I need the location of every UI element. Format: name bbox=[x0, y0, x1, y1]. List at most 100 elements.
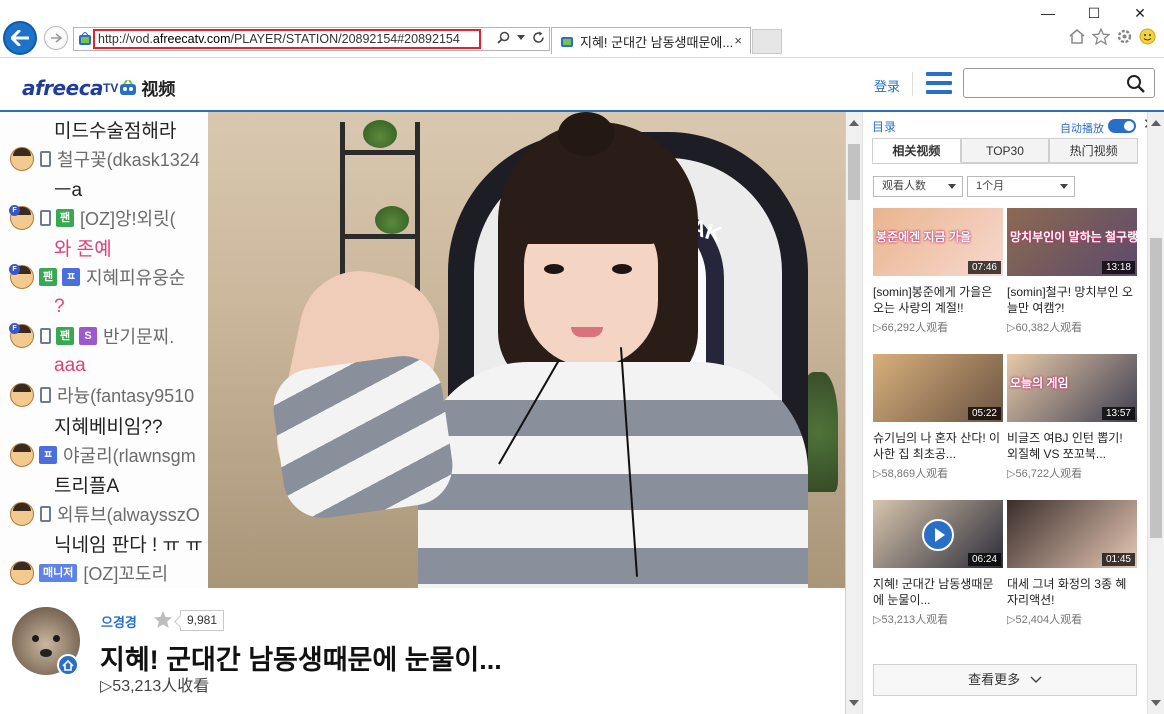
related-video-title[interactable]: 지혜! 군대간 남동생때문에 눈물이... bbox=[873, 576, 1003, 608]
dropdown-caret-icon[interactable] bbox=[517, 34, 525, 41]
arrow-right-icon bbox=[51, 33, 62, 43]
chat-nickname[interactable]: 지혜피유웅순 bbox=[86, 264, 185, 290]
search-icon[interactable] bbox=[1126, 74, 1146, 94]
video-thumbnail[interactable]: 05:22 bbox=[873, 354, 1003, 422]
tab-close-button[interactable]: × bbox=[734, 33, 742, 48]
favorites-star-icon[interactable] bbox=[1092, 28, 1110, 45]
chat-badge: 팬 bbox=[56, 208, 74, 227]
mobile-icon bbox=[40, 328, 51, 345]
chat-nickname[interactable]: 라늉(fantasy9510 bbox=[57, 382, 194, 408]
chat-nickname[interactable]: [OZ]꼬도리 bbox=[83, 560, 168, 586]
video-duration: 13:57 bbox=[1101, 407, 1135, 420]
close-window-button[interactable]: ✕ bbox=[1130, 5, 1150, 22]
browser-tab[interactable]: 지혜! 군대간 남동생때문에... × bbox=[551, 27, 751, 54]
chat-avatar-icon[interactable] bbox=[10, 383, 34, 408]
chat-nickname[interactable]: 야굴리(rlawnsgm bbox=[63, 442, 196, 468]
video-frame[interactable]: AK bbox=[208, 112, 845, 588]
login-link[interactable]: 登录 bbox=[874, 76, 900, 95]
hamburger-menu-icon[interactable] bbox=[926, 72, 952, 94]
related-video-card[interactable]: 05:22 슈기님의 나 혼자 산다! 이사한 집 최초공... ▷58,869人观… bbox=[873, 354, 1003, 481]
chat-badge: 매니저 bbox=[39, 564, 78, 582]
video-thumbnail[interactable]: 오늘의 게임 13:57 bbox=[1007, 354, 1137, 422]
chat-user-row: 매니저 [OZ]꼬도리 bbox=[0, 558, 208, 588]
panel-title: 目录 bbox=[872, 120, 897, 134]
back-button[interactable] bbox=[3, 21, 37, 55]
chat-message: 미드수술점해라 bbox=[0, 114, 208, 144]
search-icon[interactable] bbox=[497, 31, 510, 44]
video-thumbnail[interactable]: 봉준에겐 지금 가을 07:46 bbox=[873, 208, 1003, 276]
scroll-down-arrow-icon[interactable] bbox=[849, 700, 859, 706]
chat-avatar-icon[interactable] bbox=[10, 501, 34, 526]
period-select[interactable]: 1个月 bbox=[967, 176, 1075, 197]
video-thumbnail[interactable]: 01:45 bbox=[1007, 500, 1137, 568]
player-scrollbar[interactable] bbox=[846, 112, 863, 714]
chat-nickname[interactable]: 외튜브(alwaysszO bbox=[57, 501, 200, 527]
station-home-icon[interactable] bbox=[57, 654, 79, 676]
video-thumbnail[interactable]: 06:24 bbox=[873, 500, 1003, 568]
chat-nickname[interactable]: 반기문찌. bbox=[103, 323, 174, 349]
chat-user-row: ㅍ 야굴리(rlawnsgm bbox=[0, 440, 208, 470]
video-duration: 07:46 bbox=[967, 261, 1001, 274]
streamer-bangs bbox=[514, 182, 664, 244]
related-video-title[interactable]: [somin]봉준에게 가을은 오는 사랑의 계절!! bbox=[873, 284, 1003, 316]
thumbnail-caption: 망치부인이 말하는 철구랭 bbox=[1010, 230, 1137, 244]
fan-badge-icon: F bbox=[9, 204, 20, 216]
tab-2[interactable]: 热门视频 bbox=[1049, 138, 1139, 163]
video-player[interactable]: 미드수술점해라 철구꽃(dkask1324 ㅡa F 팬 [OZ]앙!외릿(와 존예 F 팬 ㅍ… bbox=[0, 112, 845, 588]
new-tab-button[interactable] bbox=[752, 29, 782, 54]
tab-1[interactable]: TOP30 bbox=[960, 138, 1050, 163]
fan-badge-icon: F bbox=[9, 264, 20, 275]
scrollbar-thumb[interactable] bbox=[1150, 238, 1162, 538]
browser-tools bbox=[1068, 28, 1156, 45]
mobile-icon bbox=[40, 387, 51, 404]
related-video-title[interactable]: 비글즈 여BJ 인턴 뽑기! 외질혜 VS 쪼꼬북... bbox=[1007, 430, 1137, 462]
related-video-card[interactable]: 오늘의 게임 13:57 비글즈 여BJ 인턴 뽑기! 외질혜 VS 쪼꼬북... ▷… bbox=[1007, 354, 1137, 481]
address-bar[interactable]: http://vod.afreecatv.com/PLAYER/STATION/… bbox=[73, 27, 550, 51]
chat-avatar-icon[interactable]: F bbox=[9, 204, 34, 230]
chat-avatar-icon[interactable] bbox=[10, 561, 34, 585]
afreecatv-logo[interactable]: afreeca TV 视频 bbox=[22, 75, 175, 100]
maximize-button[interactable]: ☐ bbox=[1084, 5, 1104, 22]
scroll-up-arrow-icon[interactable] bbox=[1151, 120, 1161, 126]
video-thumbnail[interactable]: 망치부인이 말하는 철구랭 13:18 bbox=[1007, 208, 1137, 276]
related-video-title[interactable]: [somin]철구! 망치부인 오늘만 여캠?! bbox=[1007, 284, 1137, 316]
sort-select[interactable]: 观看人数 bbox=[873, 176, 963, 197]
chat-avatar-icon[interactable]: F bbox=[9, 264, 34, 289]
scrollbar-thumb[interactable] bbox=[848, 144, 860, 200]
settings-gear-icon[interactable] bbox=[1116, 28, 1133, 45]
load-more-button[interactable]: 查看更多 bbox=[873, 664, 1137, 696]
autoplay-toggle[interactable] bbox=[1108, 119, 1136, 133]
related-video-card[interactable]: 망치부인이 말하는 철구랭 13:18 [somin]철구! 망치부인 오늘만 여캠… bbox=[1007, 208, 1137, 335]
favorite-star-icon[interactable] bbox=[153, 610, 173, 630]
related-video-card[interactable]: 06:24 지혜! 군대간 남동생때문에 눈물이... ▷53,213人观看 bbox=[873, 500, 1003, 627]
scroll-down-arrow-icon[interactable] bbox=[1151, 700, 1161, 706]
url-text[interactable]: http://vod.afreecatv.com/PLAYER/STATION/… bbox=[93, 29, 481, 49]
minimize-button[interactable]: — bbox=[1038, 5, 1058, 21]
home-icon[interactable] bbox=[1068, 28, 1086, 45]
related-video-title[interactable]: 슈기님의 나 혼자 산다! 이사한 집 최초공... bbox=[873, 430, 1003, 462]
smiley-feedback-icon[interactable] bbox=[1139, 28, 1156, 45]
streamer-name[interactable]: 으경경 bbox=[101, 612, 137, 631]
chat-message: ? bbox=[0, 292, 208, 322]
chat-badge: ㅍ bbox=[39, 445, 57, 464]
mobile-icon bbox=[40, 209, 51, 226]
search-box[interactable] bbox=[963, 68, 1155, 98]
panel-scrollbar[interactable] bbox=[1147, 112, 1164, 714]
video-duration: 06:24 bbox=[967, 553, 1001, 566]
chat-user-row: 외튜브(alwaysszO bbox=[0, 499, 208, 529]
chat-avatar-icon[interactable]: F bbox=[9, 323, 34, 349]
chat-avatar-icon[interactable] bbox=[10, 442, 34, 467]
chat-nickname[interactable]: [OZ]앙!외릿( bbox=[80, 205, 176, 231]
favorite-count: 9,981 bbox=[180, 610, 225, 631]
chat-avatar-icon[interactable] bbox=[10, 146, 34, 171]
forward-button[interactable] bbox=[44, 26, 68, 50]
scroll-up-arrow-icon[interactable] bbox=[849, 120, 859, 126]
related-video-title[interactable]: 대세 그녀 화정의 3종 혜자리액션! bbox=[1007, 576, 1137, 608]
chat-nickname[interactable]: 철구꽃(dkask1324 bbox=[57, 146, 200, 172]
chat-user-row: 철구꽃(dkask1324 bbox=[0, 144, 208, 174]
tab-0[interactable]: 相关视频 bbox=[872, 138, 961, 163]
search-input[interactable] bbox=[968, 73, 1118, 93]
related-video-card[interactable]: 봉준에겐 지금 가을 07:46 [somin]봉준에게 가을은 오는 사랑의 계절… bbox=[873, 208, 1003, 335]
refresh-icon[interactable] bbox=[532, 31, 545, 44]
related-video-card[interactable]: 01:45 대세 그녀 화정의 3종 혜자리액션! ▷52,404人观看 bbox=[1007, 500, 1137, 627]
